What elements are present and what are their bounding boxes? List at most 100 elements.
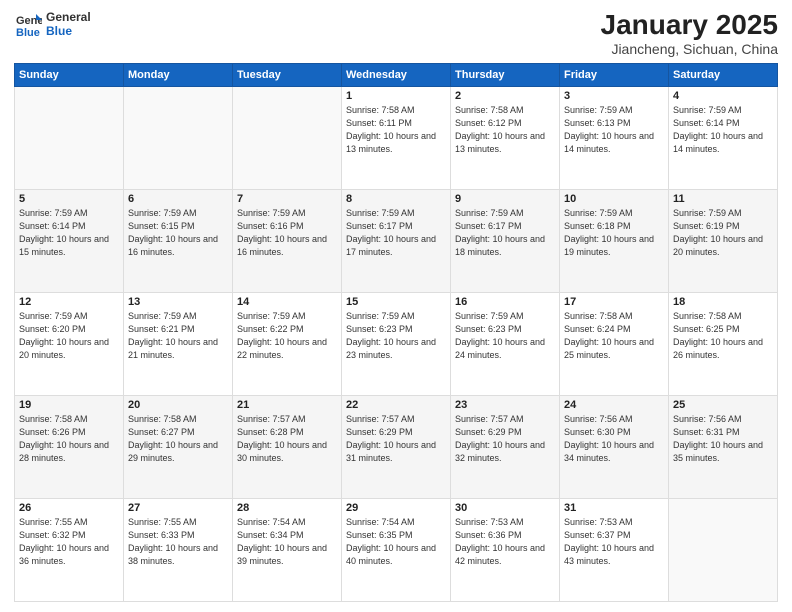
day-number: 31 — [564, 502, 664, 514]
day-info: Sunrise: 7:54 AM Sunset: 6:34 PM Dayligh… — [237, 516, 337, 568]
day-number: 25 — [673, 399, 773, 411]
col-saturday: Saturday — [669, 63, 778, 86]
table-row: 27 Sunrise: 7:55 AM Sunset: 6:33 PM Dayli… — [124, 498, 233, 601]
table-row: 5Sunrise: 7:59 AM Sunset: 6:14 PM Daylig… — [15, 189, 124, 292]
day-info: Sunrise: 7:59 AM Sunset: 6:17 PM Dayligh… — [346, 207, 446, 259]
calendar-week-row: 26 Sunrise: 7:55 AM Sunset: 6:32 PM Dayli… — [15, 498, 778, 601]
logo: General Blue General Blue — [14, 10, 91, 39]
table-row: 20 Sunrise: 7:58 AM Sunset: 6:27 PM Dayli… — [124, 395, 233, 498]
table-row: 4 Sunrise: 7:59 AM Sunset: 6:14 PM Daylig… — [669, 86, 778, 189]
day-info: Sunrise: 7:54 AM Sunset: 6:35 PM Dayligh… — [346, 516, 446, 568]
day-number: 19 — [19, 399, 119, 411]
day-number: 13 — [128, 296, 228, 308]
title-block: January 2025 Jiancheng, Sichuan, China — [601, 10, 778, 57]
table-row: 6 Sunrise: 7:59 AM Sunset: 6:15 PM Daylig… — [124, 189, 233, 292]
day-number: 26 — [19, 502, 119, 514]
day-info: Sunrise: 7:55 AM Sunset: 6:33 PM Dayligh… — [128, 516, 228, 568]
table-row: 3Sunrise: 7:59 AM Sunset: 6:13 PM Daylig… — [560, 86, 669, 189]
day-number: 11 — [673, 193, 773, 205]
day-number: 9 — [455, 193, 555, 205]
day-number: 2 — [455, 90, 555, 102]
table-row — [15, 86, 124, 189]
day-number: 1 — [346, 90, 446, 102]
day-info: Sunrise: 7:59 AM Sunset: 6:17 PM Dayligh… — [455, 207, 555, 259]
col-wednesday: Wednesday — [342, 63, 451, 86]
table-row: 14Sunrise: 7:59 AM Sunset: 6:22 PM Dayli… — [233, 292, 342, 395]
logo-icon: General Blue — [14, 10, 42, 38]
day-number: 21 — [237, 399, 337, 411]
table-row: 2Sunrise: 7:58 AM Sunset: 6:12 PM Daylig… — [451, 86, 560, 189]
day-info: Sunrise: 7:56 AM Sunset: 6:30 PM Dayligh… — [564, 413, 664, 465]
table-row: 25 Sunrise: 7:56 AM Sunset: 6:31 PM Dayli… — [669, 395, 778, 498]
day-info: Sunrise: 7:59 AM Sunset: 6:19 PM Dayligh… — [673, 207, 773, 259]
day-number: 17 — [564, 296, 664, 308]
location: Jiancheng, Sichuan, China — [601, 41, 778, 57]
table-row: 1Sunrise: 7:58 AM Sunset: 6:11 PM Daylig… — [342, 86, 451, 189]
day-info: Sunrise: 7:59 AM Sunset: 6:18 PM Dayligh… — [564, 207, 664, 259]
day-number: 29 — [346, 502, 446, 514]
day-info: Sunrise: 7:58 AM Sunset: 6:25 PM Dayligh… — [673, 310, 773, 362]
col-thursday: Thursday — [451, 63, 560, 86]
table-row: 17 Sunrise: 7:58 AM Sunset: 6:24 PM Dayli… — [560, 292, 669, 395]
day-number: 8 — [346, 193, 446, 205]
col-tuesday: Tuesday — [233, 63, 342, 86]
day-number: 30 — [455, 502, 555, 514]
day-info: Sunrise: 7:59 AM Sunset: 6:14 PM Dayligh… — [19, 207, 119, 259]
day-info: Sunrise: 7:55 AM Sunset: 6:32 PM Dayligh… — [19, 516, 119, 568]
col-sunday: Sunday — [15, 63, 124, 86]
table-row: 9 Sunrise: 7:59 AM Sunset: 6:17 PM Daylig… — [451, 189, 560, 292]
table-row: 12 Sunrise: 7:59 AM Sunset: 6:20 PM Dayli… — [15, 292, 124, 395]
table-row: 11 Sunrise: 7:59 AM Sunset: 6:19 PM Dayli… — [669, 189, 778, 292]
calendar-week-row: 19 Sunrise: 7:58 AM Sunset: 6:26 PM Dayli… — [15, 395, 778, 498]
day-number: 18 — [673, 296, 773, 308]
table-row: 16Sunrise: 7:59 AM Sunset: 6:23 PM Dayli… — [451, 292, 560, 395]
logo-general: General — [46, 10, 91, 24]
table-row: 31Sunrise: 7:53 AM Sunset: 6:37 PM Dayli… — [560, 498, 669, 601]
day-info: Sunrise: 7:59 AM Sunset: 6:20 PM Dayligh… — [19, 310, 119, 362]
table-row — [233, 86, 342, 189]
day-number: 27 — [128, 502, 228, 514]
day-number: 7 — [237, 193, 337, 205]
day-info: Sunrise: 7:58 AM Sunset: 6:27 PM Dayligh… — [128, 413, 228, 465]
table-row: 23Sunrise: 7:57 AM Sunset: 6:29 PM Dayli… — [451, 395, 560, 498]
calendar-week-row: 1Sunrise: 7:58 AM Sunset: 6:11 PM Daylig… — [15, 86, 778, 189]
calendar-header-row: Sunday Monday Tuesday Wednesday Thursday… — [15, 63, 778, 86]
table-row: 15Sunrise: 7:59 AM Sunset: 6:23 PM Dayli… — [342, 292, 451, 395]
table-row: 24Sunrise: 7:56 AM Sunset: 6:30 PM Dayli… — [560, 395, 669, 498]
table-row: 26 Sunrise: 7:55 AM Sunset: 6:32 PM Dayli… — [15, 498, 124, 601]
table-row: 19 Sunrise: 7:58 AM Sunset: 6:26 PM Dayli… — [15, 395, 124, 498]
logo-blue: Blue — [46, 24, 91, 38]
table-row: 8 Sunrise: 7:59 AM Sunset: 6:17 PM Daylig… — [342, 189, 451, 292]
day-info: Sunrise: 7:59 AM Sunset: 6:23 PM Dayligh… — [455, 310, 555, 362]
day-number: 12 — [19, 296, 119, 308]
day-info: Sunrise: 7:59 AM Sunset: 6:14 PM Dayligh… — [673, 104, 773, 156]
day-info: Sunrise: 7:59 AM Sunset: 6:15 PM Dayligh… — [128, 207, 228, 259]
svg-text:Blue: Blue — [16, 27, 40, 38]
day-info: Sunrise: 7:59 AM Sunset: 6:22 PM Dayligh… — [237, 310, 337, 362]
table-row: 30Sunrise: 7:53 AM Sunset: 6:36 PM Dayli… — [451, 498, 560, 601]
day-info: Sunrise: 7:58 AM Sunset: 6:24 PM Dayligh… — [564, 310, 664, 362]
day-number: 28 — [237, 502, 337, 514]
table-row — [124, 86, 233, 189]
calendar-week-row: 12 Sunrise: 7:59 AM Sunset: 6:20 PM Dayli… — [15, 292, 778, 395]
day-number: 15 — [346, 296, 446, 308]
day-info: Sunrise: 7:58 AM Sunset: 6:26 PM Dayligh… — [19, 413, 119, 465]
table-row: 22Sunrise: 7:57 AM Sunset: 6:29 PM Dayli… — [342, 395, 451, 498]
table-row: 28 Sunrise: 7:54 AM Sunset: 6:34 PM Dayli… — [233, 498, 342, 601]
month-title: January 2025 — [601, 10, 778, 41]
calendar-week-row: 5Sunrise: 7:59 AM Sunset: 6:14 PM Daylig… — [15, 189, 778, 292]
header: General Blue General Blue January 2025 J… — [14, 10, 778, 57]
table-row: 21Sunrise: 7:57 AM Sunset: 6:28 PM Dayli… — [233, 395, 342, 498]
page: General Blue General Blue January 2025 J… — [0, 0, 792, 612]
day-number: 6 — [128, 193, 228, 205]
table-row: 29 Sunrise: 7:54 AM Sunset: 6:35 PM Dayli… — [342, 498, 451, 601]
day-info: Sunrise: 7:57 AM Sunset: 6:29 PM Dayligh… — [455, 413, 555, 465]
day-number: 20 — [128, 399, 228, 411]
col-monday: Monday — [124, 63, 233, 86]
calendar-table: Sunday Monday Tuesday Wednesday Thursday… — [14, 63, 778, 602]
table-row: 10Sunrise: 7:59 AM Sunset: 6:18 PM Dayli… — [560, 189, 669, 292]
day-info: Sunrise: 7:57 AM Sunset: 6:29 PM Dayligh… — [346, 413, 446, 465]
day-number: 3 — [564, 90, 664, 102]
day-info: Sunrise: 7:56 AM Sunset: 6:31 PM Dayligh… — [673, 413, 773, 465]
day-number: 4 — [673, 90, 773, 102]
